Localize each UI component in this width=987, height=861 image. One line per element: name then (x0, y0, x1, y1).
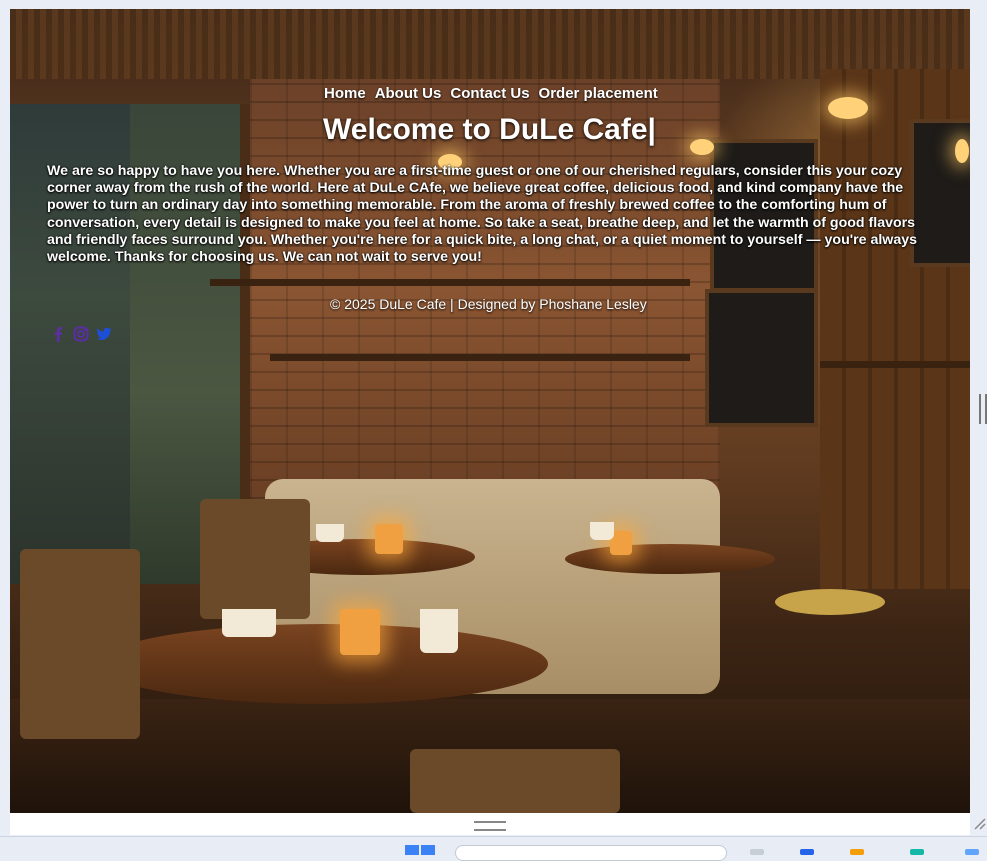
cup-decor (316, 524, 344, 542)
cup-decor (420, 609, 458, 653)
footer-text: © 2025 DuLe Cafe | Designed by Phoshane … (330, 296, 647, 312)
taskbar-app-icon[interactable] (965, 849, 979, 855)
facebook-icon[interactable] (50, 326, 66, 342)
taskbar-app-icon[interactable] (850, 849, 864, 855)
shelf-decor (270, 354, 690, 361)
nav-order-link[interactable]: Order placement (539, 85, 658, 102)
nav-home-link[interactable]: Home (324, 85, 366, 102)
panel-resize-handle[interactable] (474, 821, 506, 831)
lamp-decor (690, 139, 714, 155)
lamp-decor (955, 139, 969, 163)
candle-decor (375, 524, 403, 554)
nav-about-link[interactable]: About Us (375, 85, 442, 102)
chair-decor (20, 549, 140, 739)
page-viewport: Home About Us Contact Us Order placement… (10, 9, 970, 813)
taskbar-search[interactable] (455, 845, 727, 861)
taskbar-app-icon[interactable] (750, 849, 764, 855)
table-decor (98, 624, 548, 704)
page-title: Welcome to DuLe Cafe| (323, 113, 656, 146)
lamp-decor (828, 97, 868, 119)
shelf-decor (820, 361, 970, 368)
taskbar-app-icon[interactable] (910, 849, 924, 855)
scrollbar-thumb[interactable] (979, 394, 987, 424)
shelf-decor (210, 279, 690, 286)
chair-decor (200, 499, 310, 619)
candle-decor (340, 609, 380, 655)
twitter-icon[interactable] (96, 326, 112, 342)
menu-board-decor (705, 289, 818, 427)
social-links (50, 326, 112, 342)
main-nav: Home About Us Contact Us Order placement (324, 85, 658, 102)
windows-start-icon[interactable] (405, 845, 435, 855)
cup-decor (590, 522, 614, 540)
chair-decor (410, 749, 620, 813)
table-decor (565, 544, 775, 574)
cup-decor (222, 609, 276, 637)
corner-resize-icon[interactable] (972, 816, 986, 830)
stool-decor (775, 589, 885, 615)
taskbar-app-icon[interactable] (800, 849, 814, 855)
nav-contact-link[interactable]: Contact Us (450, 85, 529, 102)
welcome-paragraph: We are so happy to have you here. Whethe… (47, 163, 917, 266)
instagram-icon[interactable] (73, 326, 89, 342)
